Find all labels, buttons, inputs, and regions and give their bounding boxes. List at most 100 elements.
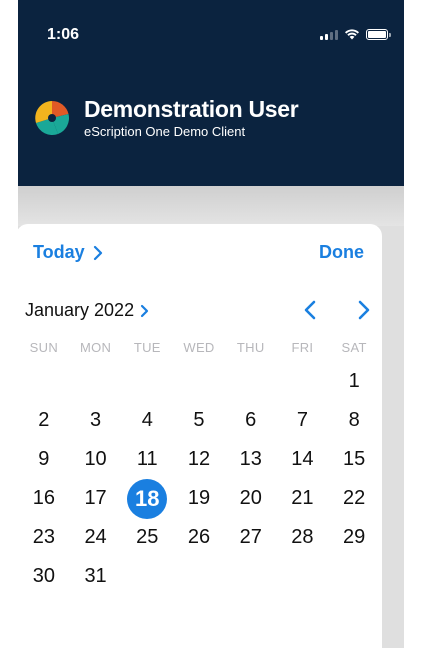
selected-day[interactable]: 18	[121, 478, 173, 519]
chevron-right-icon	[358, 300, 370, 320]
empty-day-cell	[18, 362, 70, 401]
month-year-selector[interactable]: January 2022	[25, 300, 149, 321]
day-cell[interactable]: 31	[70, 557, 122, 596]
day-number: 12	[187, 448, 211, 470]
app-logo	[35, 100, 70, 135]
app-header: 1:06 Demonstration User eScription One D…	[18, 0, 404, 186]
weekday-label: MON	[79, 340, 112, 355]
day-number: 27	[239, 526, 262, 548]
day-cell[interactable]: 10	[70, 440, 122, 479]
day-number: 3	[90, 409, 102, 431]
today-button[interactable]: Today	[33, 242, 103, 263]
chevron-right-icon	[93, 245, 102, 260]
day-number: 22	[343, 487, 366, 509]
day-number: 26	[187, 526, 211, 548]
day-cell[interactable]: 2	[18, 401, 70, 440]
weekday-label: SAT	[341, 340, 367, 355]
status-bar: 1:06	[18, 0, 404, 60]
weekday-label: THU	[236, 340, 265, 355]
weekday-label: TUE	[133, 340, 161, 355]
weekday-label: SUN	[29, 340, 59, 355]
day-cell[interactable]: 25	[121, 518, 173, 557]
day-number: 9	[38, 448, 50, 470]
day-cell[interactable]: 6	[225, 401, 277, 440]
day-number: 7	[296, 409, 308, 431]
day-number: 2	[38, 409, 50, 431]
weekday-label: WED	[183, 340, 215, 355]
weekday-header: SUN MON TUE WED THU FRI SAT	[18, 340, 380, 355]
day-cell[interactable]: 22	[328, 479, 380, 518]
user-text: Demonstration User eScription One Demo C…	[84, 96, 299, 139]
day-cell[interactable]: 23	[18, 518, 70, 557]
day-number: 28	[291, 526, 314, 548]
empty-day-cell	[225, 362, 277, 401]
day-cell[interactable]: 28	[277, 518, 329, 557]
day-number: 10	[84, 448, 107, 470]
day-cell[interactable]: 7	[277, 401, 329, 440]
day-number: 15	[343, 448, 366, 470]
day-number: 24	[84, 526, 107, 548]
day-cell[interactable]: 29	[328, 518, 380, 557]
day-cell[interactable]: 13	[225, 440, 277, 479]
day-number: 17	[84, 487, 107, 509]
day-cell[interactable]: 1	[328, 362, 380, 401]
cellular-signal-icon	[320, 29, 338, 40]
day-cell[interactable]: 8	[328, 401, 380, 440]
day-cell[interactable]: 5	[173, 401, 225, 440]
empty-day-cell	[173, 362, 225, 401]
chevron-right-icon	[140, 304, 149, 317]
day-number: 4	[141, 409, 153, 431]
next-month-button[interactable]	[352, 298, 374, 322]
wifi-icon	[345, 29, 359, 40]
day-number: 6	[245, 409, 257, 431]
user-name: Demonstration User	[84, 96, 299, 122]
done-button[interactable]: Done	[319, 242, 364, 263]
status-icons	[320, 27, 391, 41]
date-picker-sheet: Today Done January 2022 SUN MON TUE WED …	[16, 224, 382, 648]
day-cell[interactable]: 20	[225, 479, 277, 518]
day-number: 21	[291, 487, 314, 509]
month-label: January 2022	[25, 300, 135, 320]
day-number: 11	[136, 448, 158, 470]
day-number: 8	[348, 409, 360, 431]
day-cell[interactable]: 14	[277, 440, 329, 479]
day-cell[interactable]: 27	[225, 518, 277, 557]
day-cell[interactable]: 12	[173, 440, 225, 479]
empty-day-cell	[225, 557, 277, 596]
day-cell[interactable]: 30	[18, 557, 70, 596]
day-cell[interactable]: 19	[173, 479, 225, 518]
day-cell[interactable]: 16	[18, 479, 70, 518]
status-time: 1:06	[47, 26, 80, 43]
day-cell[interactable]: 15	[328, 440, 380, 479]
day-number: 31	[84, 565, 107, 587]
client-name: eScription One Demo Client	[84, 124, 246, 139]
day-number: 19	[187, 487, 211, 509]
empty-day-cell	[277, 557, 329, 596]
chevron-left-icon	[304, 300, 316, 320]
day-number: 5	[193, 409, 205, 431]
day-number: 23	[32, 526, 55, 548]
day-number: 20	[239, 487, 262, 509]
empty-day-cell	[121, 362, 173, 401]
today-label: Today	[33, 242, 85, 262]
day-cell[interactable]: 21	[277, 479, 329, 518]
day-number: 1	[348, 370, 360, 392]
empty-day-cell	[121, 557, 173, 596]
user-block: Demonstration User eScription One Demo C…	[32, 96, 299, 139]
day-cell[interactable]: 11	[121, 440, 173, 479]
day-grid: 1 2 3 4 5 6 7 8 9 10 11 12 13 14 15 16 17 18 19 20 21 22 23 24 2…	[18, 362, 380, 596]
day-number: 25	[136, 526, 159, 548]
day-number: 13	[239, 448, 262, 470]
day-cell[interactable]: 9	[18, 440, 70, 479]
day-cell[interactable]: 3	[70, 401, 122, 440]
empty-day-cell	[328, 557, 380, 596]
day-number: 14	[291, 448, 314, 470]
day-number: 18	[127, 478, 168, 519]
day-cell[interactable]: 4	[121, 401, 173, 440]
battery-icon	[366, 28, 391, 40]
day-cell[interactable]: 24	[70, 518, 122, 557]
empty-day-cell	[277, 362, 329, 401]
day-cell[interactable]: 17	[70, 479, 122, 518]
previous-month-button[interactable]	[300, 298, 322, 322]
day-cell[interactable]: 26	[173, 518, 225, 557]
